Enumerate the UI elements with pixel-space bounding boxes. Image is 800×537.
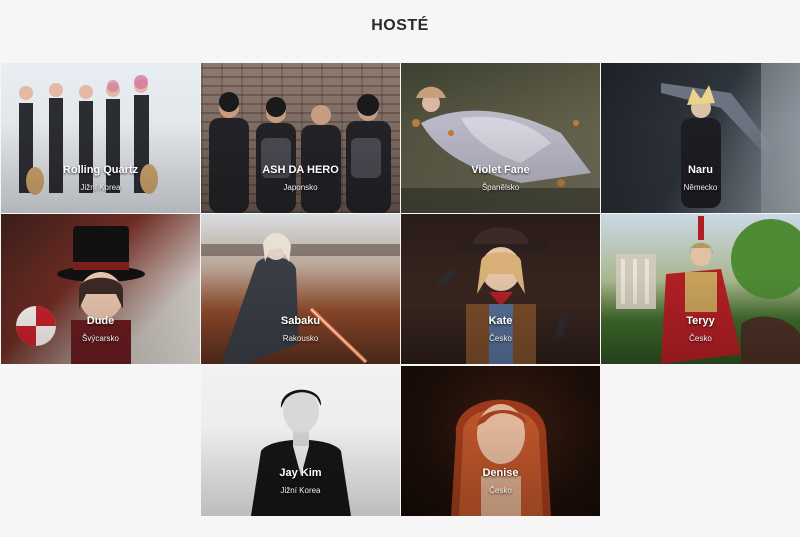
guest-card-rolling-quartz[interactable]: Rolling Quartz Jižní Korea [1, 63, 200, 213]
guest-card-jay-kim[interactable]: Jay Kim Jižní Korea [201, 366, 400, 516]
guest-country: Německo [683, 183, 718, 192]
guest-card-teryy[interactable]: Teryy Česko [601, 214, 800, 364]
guest-card-kate[interactable]: Kate Česko [401, 214, 600, 364]
guest-name: ASH DA HERO [262, 164, 339, 176]
guest-country: Španělsko [481, 183, 520, 192]
guest-grid: Rolling Quartz Jižní Korea ASH DA HERO J… [0, 62, 800, 537]
guest-card-violet-fane[interactable]: Violet Fane Španělsko [401, 63, 600, 213]
guest-name: Jay Kim [279, 467, 322, 479]
guest-country: Japonsko [283, 183, 318, 192]
guest-card-denise[interactable]: Denise Česko [401, 366, 600, 516]
guest-card-sabaku[interactable]: Sabaku Rakousko [201, 214, 400, 364]
guest-country: Česko [489, 334, 512, 343]
guest-country: Jižní Korea [280, 486, 321, 495]
guest-name: Denise [482, 467, 519, 479]
guest-name: Kate [488, 315, 513, 327]
guest-card-naru[interactable]: Naru Německo [601, 63, 800, 213]
guest-country: Švýcarsko [82, 334, 119, 343]
guest-card-ash-da-hero[interactable]: ASH DA HERO Japonsko [201, 63, 400, 213]
guest-name: Naru [687, 164, 714, 176]
guest-country: Česko [689, 334, 712, 343]
guest-country: Jižní Korea [80, 183, 121, 192]
guest-name: Violet Fane [471, 164, 530, 176]
guest-country: Česko [489, 486, 512, 495]
guest-name: Dude [86, 315, 115, 327]
guest-name: Teryy [686, 315, 715, 327]
guest-name: Sabaku [280, 315, 321, 327]
guest-name: Rolling Quartz [62, 164, 139, 176]
guest-card-dude[interactable]: Dude Švýcarsko [1, 214, 200, 364]
page-title: HOSTÉ [371, 17, 429, 34]
guest-country: Rakousko [282, 334, 319, 343]
